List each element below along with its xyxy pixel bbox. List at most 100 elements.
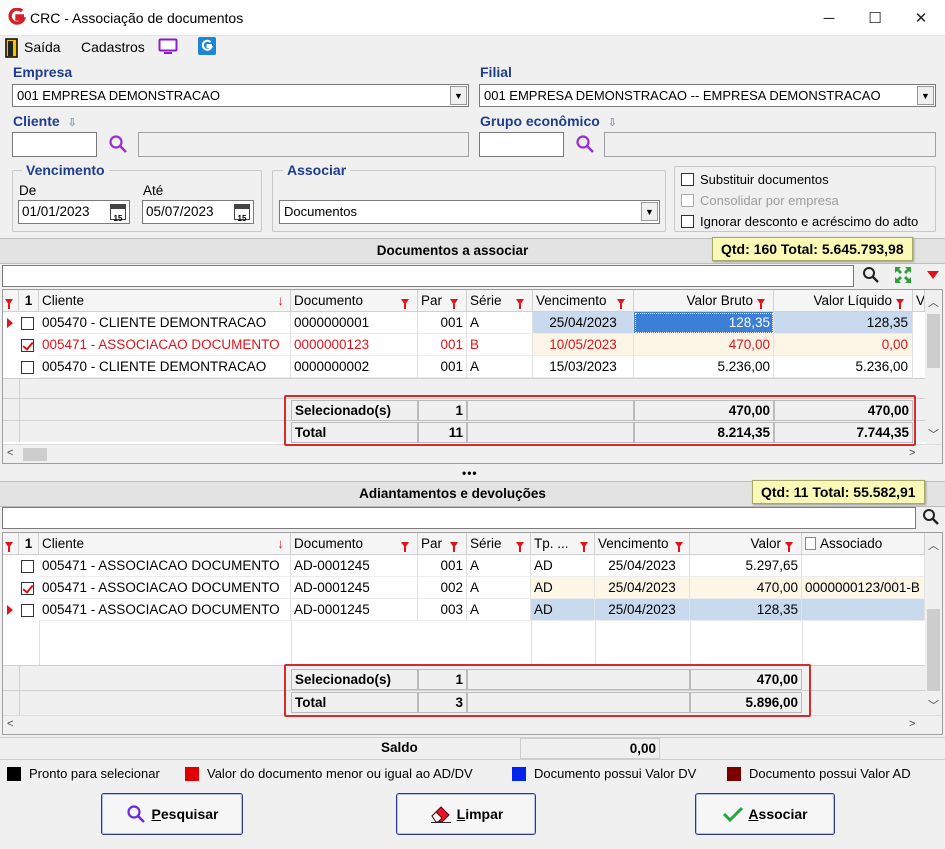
col-client-header[interactable]: Cliente ↓ bbox=[39, 533, 291, 555]
scroll-up-icon[interactable]: ︿ bbox=[925, 537, 942, 553]
chevron-down-icon[interactable]: ▼ bbox=[641, 202, 658, 221]
col-gross-header[interactable]: Valor Bruto bbox=[634, 290, 774, 312]
menu-exit[interactable]: Saída bbox=[24, 39, 61, 55]
close-button[interactable]: ✕ bbox=[898, 0, 944, 36]
table-cell[interactable]: 005471 - ASSOCIACAO DOCUMENTO bbox=[39, 334, 291, 356]
filter-icon[interactable] bbox=[3, 533, 19, 555]
dropdown-arrow-icon[interactable] bbox=[927, 271, 939, 279]
minimize-button[interactable]: ─ bbox=[806, 0, 852, 36]
row-checkbox[interactable] bbox=[21, 582, 34, 598]
table-cell[interactable]: 5.236,00 bbox=[634, 356, 774, 378]
table-cell[interactable]: 005471 - ASSOCIACAO DOCUMENTO bbox=[39, 555, 291, 577]
monitor-icon[interactable] bbox=[158, 38, 178, 56]
scroll-right-icon[interactable]: > bbox=[909, 718, 915, 730]
scroll-right-icon[interactable]: > bbox=[909, 447, 915, 459]
table-cell[interactable]: A bbox=[467, 356, 533, 378]
col-document-header[interactable]: Documento bbox=[291, 533, 418, 555]
col-document-header[interactable]: Documento bbox=[291, 290, 418, 312]
splitter-handle[interactable]: ••• bbox=[462, 466, 478, 480]
calendar-icon[interactable]: 15 bbox=[110, 204, 126, 223]
table-cell[interactable]: 128,35 bbox=[774, 312, 913, 334]
company-select[interactable]: 001 EMPRESA DEMONSTRACAO ▼ bbox=[12, 84, 469, 107]
table-cell[interactable]: B bbox=[467, 334, 533, 356]
table-cell[interactable]: 25/04/2023 bbox=[595, 599, 690, 621]
table-cell[interactable]: AD bbox=[531, 577, 595, 599]
scroll-down-icon[interactable]: ﹀ bbox=[928, 426, 939, 442]
from-date-input[interactable]: 01/01/2023 15 bbox=[18, 200, 130, 224]
col-associated-header[interactable]: Associado bbox=[802, 533, 925, 555]
col-serie-header[interactable]: Série bbox=[467, 290, 533, 312]
associate-select[interactable]: Documentos ▼ bbox=[279, 200, 660, 224]
search-icon[interactable] bbox=[922, 508, 940, 526]
row-checkbox[interactable] bbox=[21, 317, 34, 333]
adv-vertical-scrollbar[interactable]: ︿ ﹀ bbox=[925, 533, 942, 715]
table-cell[interactable]: A bbox=[467, 599, 531, 621]
calendar-icon[interactable]: 15 bbox=[234, 204, 250, 223]
table-cell[interactable]: 005470 - CLIENTE DEMONTRACAO bbox=[39, 356, 291, 378]
expand-icon[interactable] bbox=[893, 265, 913, 285]
table-cell[interactable]: 470,00 bbox=[690, 577, 802, 599]
table-cell[interactable]: 0,00 bbox=[774, 334, 913, 356]
opt-replace[interactable]: Substituir documentos bbox=[681, 172, 829, 187]
opt-ignore[interactable]: Ignorar desconto e acréscimo do adto bbox=[681, 214, 918, 229]
table-cell[interactable]: 0000000123 bbox=[291, 334, 418, 356]
table-cell[interactable]: 15/03/2023 bbox=[533, 356, 634, 378]
col-net-header[interactable]: Valor Líquido bbox=[774, 290, 913, 312]
maximize-button[interactable]: ☐ bbox=[852, 0, 898, 36]
table-cell[interactable]: 470,00 bbox=[634, 334, 774, 356]
table-cell[interactable]: 001 bbox=[418, 312, 467, 334]
search-icon[interactable] bbox=[862, 266, 880, 284]
docs-horizontal-scrollbar[interactable]: < > bbox=[3, 444, 942, 463]
search-button[interactable]: Pesquisar bbox=[101, 793, 243, 835]
table-cell[interactable]: 005471 - ASSOCIACAO DOCUMENTO bbox=[39, 577, 291, 599]
col-index-header[interactable]: 1 bbox=[19, 290, 39, 312]
table-cell[interactable]: 25/04/2023 bbox=[595, 577, 690, 599]
row-checkbox[interactable] bbox=[21, 361, 34, 377]
sort-filter-icon[interactable]: ↓ bbox=[277, 293, 284, 308]
table-cell[interactable]: AD-0001245 bbox=[291, 555, 418, 577]
opt-replace-checkbox[interactable] bbox=[681, 173, 694, 186]
col-client-header[interactable]: Cliente ↓ bbox=[39, 290, 291, 312]
scroll-left-icon[interactable]: < bbox=[7, 718, 13, 730]
row-checkbox[interactable] bbox=[21, 339, 34, 355]
scroll-thumb[interactable] bbox=[927, 314, 940, 368]
table-cell[interactable]: 001 bbox=[418, 555, 467, 577]
docs-vertical-scrollbar[interactable]: ︿ ﹀ bbox=[925, 290, 942, 444]
opt-ignore-checkbox[interactable] bbox=[681, 215, 694, 228]
table-cell[interactable]: 5.297,65 bbox=[690, 555, 802, 577]
sort-filter-icon[interactable]: ↓ bbox=[277, 536, 284, 551]
scroll-down-icon[interactable]: ﹀ bbox=[928, 697, 939, 713]
table-cell[interactable]: 5.236,00 bbox=[774, 356, 913, 378]
col-due-header[interactable]: Vencimento bbox=[595, 533, 690, 555]
associate-button[interactable]: Associar bbox=[695, 793, 835, 835]
col-serie-header[interactable]: Série bbox=[467, 533, 531, 555]
chevron-down-icon[interactable]: ▼ bbox=[450, 86, 467, 105]
table-cell[interactable]: AD-0001245 bbox=[291, 599, 418, 621]
table-cell[interactable]: 001 bbox=[418, 356, 467, 378]
scroll-up-icon[interactable]: ︿ bbox=[925, 294, 942, 310]
table-cell[interactable]: 003 bbox=[418, 599, 467, 621]
table-cell[interactable]: 005471 - ASSOCIACAO DOCUMENTO bbox=[39, 599, 291, 621]
clear-button[interactable]: Limpar bbox=[396, 793, 536, 835]
adv-filter-input[interactable] bbox=[2, 507, 916, 529]
client-code-input[interactable] bbox=[12, 132, 97, 157]
to-date-input[interactable]: 05/07/2023 15 bbox=[142, 200, 254, 224]
col-value-header[interactable]: Valor bbox=[690, 533, 802, 555]
table-cell-selected[interactable]: 128,35 bbox=[634, 312, 774, 334]
table-cell[interactable] bbox=[802, 599, 925, 621]
table-cell[interactable]: 128,35 bbox=[690, 599, 802, 621]
table-cell[interactable]: A bbox=[467, 555, 531, 577]
table-cell[interactable]: 10/05/2023 bbox=[533, 334, 634, 356]
col-par-header[interactable]: Par bbox=[418, 290, 467, 312]
group-search-icon[interactable] bbox=[575, 134, 595, 154]
scroll-left-icon[interactable]: < bbox=[7, 447, 13, 459]
table-cell[interactable]: 0000000001 bbox=[291, 312, 418, 334]
col-par-header[interactable]: Par bbox=[418, 533, 467, 555]
table-cell[interactable]: 25/04/2023 bbox=[533, 312, 634, 334]
col-more-header[interactable]: V bbox=[913, 290, 925, 312]
row-checkbox[interactable] bbox=[21, 560, 34, 576]
table-cell[interactable]: AD-0001245 bbox=[291, 577, 418, 599]
table-cell[interactable]: 001 bbox=[418, 334, 467, 356]
app-shortcut-icon[interactable] bbox=[198, 37, 216, 55]
table-cell[interactable]: A bbox=[467, 312, 533, 334]
